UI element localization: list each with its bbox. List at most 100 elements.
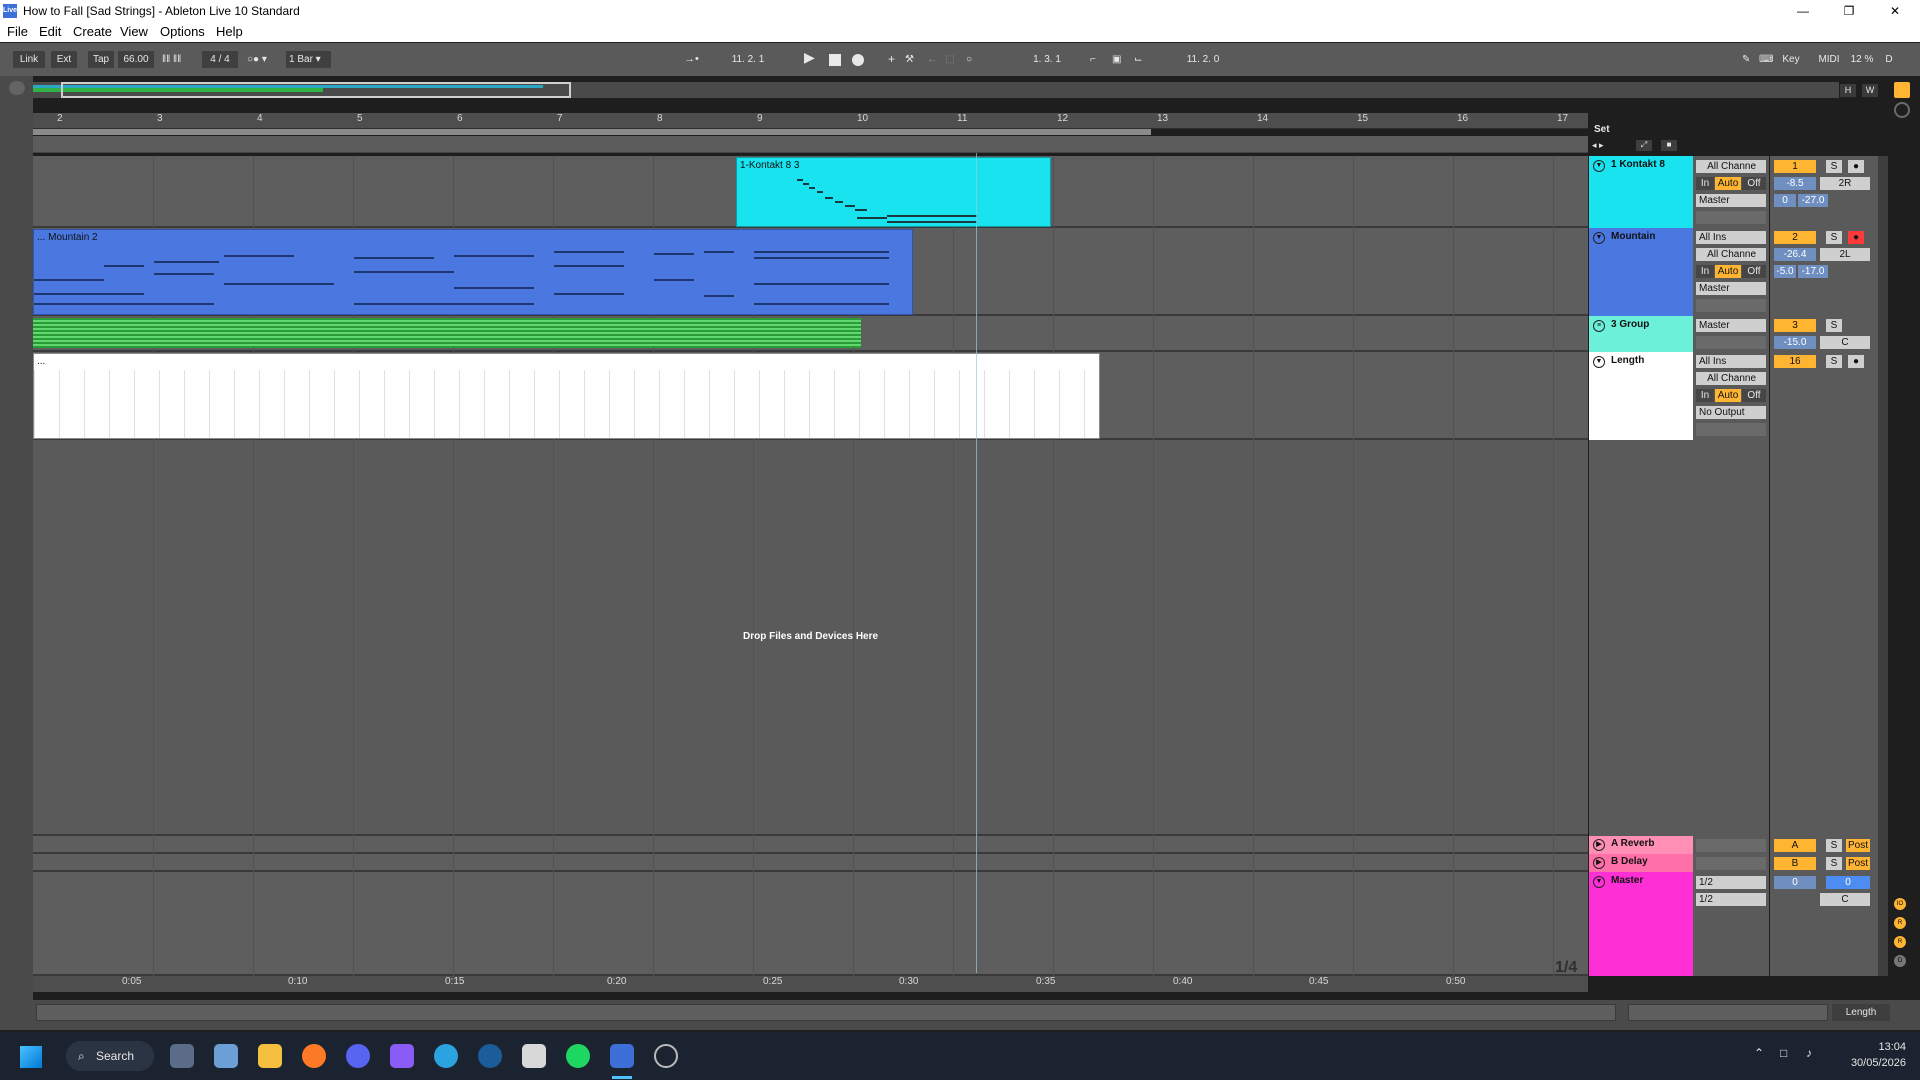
monitor-in-button[interactable]: In xyxy=(1696,177,1714,190)
menu-help[interactable]: Help xyxy=(216,24,243,39)
browser-toggle-icon[interactable] xyxy=(9,81,25,95)
nudge-icon[interactable]: ‖‖ ‖‖ xyxy=(162,51,181,68)
monitor-in-button[interactable]: In xyxy=(1696,265,1714,278)
group-fold-icon[interactable]: ≡ xyxy=(1593,320,1605,332)
track-activator[interactable]: 2 xyxy=(1774,231,1816,244)
menu-options[interactable]: Options xyxy=(160,24,205,39)
track-name[interactable]: Length xyxy=(1611,355,1644,366)
track-activator[interactable]: 3 xyxy=(1774,319,1816,332)
menu-create[interactable]: Create xyxy=(73,24,112,39)
track-header-1[interactable]: ▼ 1 Kontakt 8 xyxy=(1589,156,1693,228)
network-icon[interactable]: □ xyxy=(1780,1046,1787,1060)
io-toggle-button[interactable]: IO xyxy=(1894,898,1906,910)
return-activator[interactable]: A xyxy=(1774,839,1816,852)
spotify-icon[interactable] xyxy=(566,1044,590,1068)
output-channel-select[interactable] xyxy=(1696,336,1766,349)
link-button[interactable]: Link xyxy=(13,51,45,68)
input-channel-select[interactable]: All Channe xyxy=(1696,248,1766,261)
master-pan-field[interactable]: C xyxy=(1820,893,1870,906)
pre-post-button[interactable]: Post xyxy=(1846,857,1870,870)
arm-button[interactable]: ● xyxy=(1848,160,1864,173)
settings-icon[interactable] xyxy=(170,1044,194,1068)
stop-icon[interactable] xyxy=(829,54,841,66)
input-channel-select[interactable]: All Channe xyxy=(1696,372,1766,385)
solo-button[interactable]: S xyxy=(1826,160,1842,173)
fold-icon[interactable]: ▶ xyxy=(1593,857,1605,869)
pan-field[interactable]: 2L xyxy=(1820,248,1870,261)
quantize-menu[interactable]: 1 Bar ▾ xyxy=(286,51,331,68)
send-a-field[interactable]: -5.0 xyxy=(1774,265,1796,278)
input-type-select[interactable]: All Ins xyxy=(1696,355,1766,368)
ext-sync-button[interactable]: Ext xyxy=(51,51,77,68)
return-header-a[interactable]: ▶ A Reverb xyxy=(1589,836,1693,854)
output-select[interactable]: Master xyxy=(1696,282,1766,295)
scrub-area[interactable] xyxy=(33,136,1588,153)
monitor-in-button[interactable]: In xyxy=(1696,389,1714,402)
steam-icon[interactable] xyxy=(478,1044,502,1068)
volume-field[interactable]: -8.5 xyxy=(1774,177,1816,190)
fold-icon[interactable]: ▼ xyxy=(1593,232,1605,244)
pre-post-button[interactable]: Post xyxy=(1846,839,1870,852)
session-record-icon[interactable]: ○ xyxy=(966,51,972,68)
return-lane-a[interactable] xyxy=(33,836,1588,854)
ableton-live-icon[interactable] xyxy=(610,1044,634,1068)
returns-toggle-button[interactable]: R xyxy=(1894,936,1906,948)
track-header-3[interactable]: ≡ 3 Group xyxy=(1589,316,1693,352)
automation-arm-icon[interactable]: ⚒ xyxy=(905,51,914,68)
midi-clip-mountain[interactable]: ... Mountain 2 xyxy=(33,229,913,315)
firefox-icon[interactable] xyxy=(302,1044,326,1068)
pan-field[interactable]: C xyxy=(1820,336,1870,349)
minimize-icon[interactable]: — xyxy=(1780,0,1826,22)
track-header-4[interactable]: ▼ Length xyxy=(1589,352,1693,440)
solo-button[interactable]: S xyxy=(1826,231,1842,244)
output-select[interactable]: Master xyxy=(1696,319,1766,332)
lock-icon[interactable]: ■ xyxy=(1661,140,1677,151)
punch-out-icon[interactable]: ⌙ xyxy=(1134,51,1142,68)
monitor-auto-button[interactable]: Auto xyxy=(1715,389,1741,402)
stocks-icon[interactable] xyxy=(214,1044,238,1068)
cue-volume-field[interactable]: 0 xyxy=(1826,876,1870,889)
track-name[interactable]: Master xyxy=(1611,875,1643,886)
menu-edit[interactable]: Edit xyxy=(39,24,61,39)
midi-clip-kontakt[interactable]: 1-Kontakt 8 3 xyxy=(736,157,1051,227)
record-icon[interactable] xyxy=(852,54,864,66)
arrangement-overview[interactable] xyxy=(33,82,1839,98)
pan-field[interactable]: 2R xyxy=(1820,177,1870,190)
key-map-button[interactable]: Key xyxy=(1778,51,1804,68)
start-icon[interactable] xyxy=(20,1046,42,1068)
master-header[interactable]: ▼ Master xyxy=(1589,872,1693,976)
wolf-icon[interactable] xyxy=(522,1044,546,1068)
master-lane[interactable] xyxy=(33,872,1588,976)
restore-icon[interactable]: ❐ xyxy=(1826,0,1872,22)
send-a-field[interactable]: 0 xyxy=(1774,194,1796,207)
volume-field[interactable]: -26.4 xyxy=(1774,248,1816,261)
fold-icon[interactable]: ▼ xyxy=(1593,160,1605,172)
sends-toggle-button[interactable]: R xyxy=(1894,917,1906,929)
optimize-width-button[interactable]: W xyxy=(1862,84,1878,97)
loop-length-field[interactable]: 11. 2. 0 xyxy=(1160,51,1246,68)
obs-icon[interactable] xyxy=(654,1044,678,1068)
monitor-off-button[interactable]: Off xyxy=(1742,389,1766,402)
locator-prev-next-icon[interactable]: ◂ ▸ xyxy=(1592,140,1616,151)
master-out-select[interactable]: 1/2 xyxy=(1696,893,1766,906)
telegram-icon[interactable] xyxy=(434,1044,458,1068)
close-icon[interactable]: ✕ xyxy=(1872,0,1918,22)
solo-button[interactable]: S xyxy=(1826,355,1842,368)
output-channel-select[interactable] xyxy=(1696,423,1766,436)
menu-view[interactable]: View xyxy=(120,24,148,39)
fold-icon[interactable]: ▶ xyxy=(1593,839,1605,851)
mixer-toggle-button[interactable]: D xyxy=(1894,955,1906,967)
loop-brace[interactable] xyxy=(33,129,1151,135)
overdub-icon[interactable]: + xyxy=(888,51,895,68)
play-icon[interactable]: ▶ xyxy=(804,49,815,66)
output-channel-select[interactable] xyxy=(1696,299,1766,312)
tempo-field[interactable]: 66.00 xyxy=(118,51,154,68)
track-name[interactable]: A Reverb xyxy=(1611,838,1655,849)
volume-icon[interactable]: ♪ xyxy=(1806,1046,1812,1060)
detail-view-selector[interactable]: Length xyxy=(1832,1004,1890,1021)
track-name[interactable]: B Delay xyxy=(1611,856,1648,867)
arm-button[interactable]: ● xyxy=(1848,231,1864,244)
volume-field[interactable]: -15.0 xyxy=(1774,336,1816,349)
cue-out-select[interactable]: 1/2 xyxy=(1696,876,1766,889)
discord-icon[interactable] xyxy=(346,1044,370,1068)
